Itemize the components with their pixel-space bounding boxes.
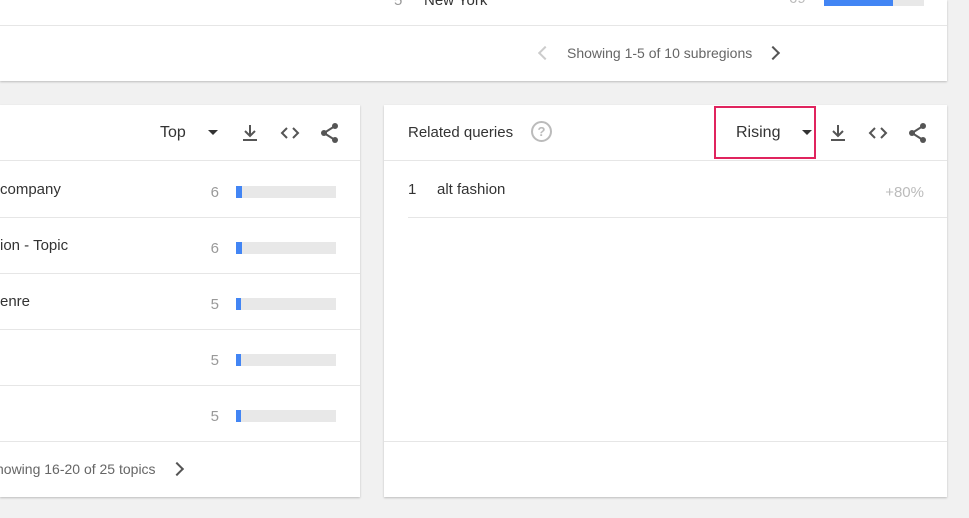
- topic-label: enre: [0, 293, 31, 310]
- related-queries-header: Related queries ? Rising: [384, 105, 947, 161]
- topics-pager-text: howing 16-20 of 25 topics: [0, 461, 156, 477]
- partial-row-bar-fill: [824, 0, 893, 6]
- topic-value: 6: [210, 240, 219, 257]
- topic-value: 5: [210, 296, 219, 313]
- dropdown-caret-icon: [207, 130, 218, 135]
- related-queries-title: Related queries: [408, 124, 514, 141]
- topic-value: 5: [210, 352, 219, 369]
- download-icon[interactable]: [827, 122, 849, 144]
- help-icon[interactable]: ?: [531, 121, 552, 142]
- topic-bar: [236, 298, 336, 310]
- topic-value: 5: [210, 408, 219, 425]
- topics-pager: howing 16-20 of 25 topics: [0, 461, 184, 477]
- list-item[interactable]: ion - Topic 6: [0, 217, 360, 274]
- topic-value: 6: [210, 184, 219, 201]
- list-item[interactable]: 5: [0, 385, 360, 442]
- related-topics-select-value: Top: [160, 123, 186, 141]
- topic-bar-fill: [236, 298, 241, 310]
- partial-row-value: 69: [789, 0, 806, 7]
- list-item[interactable]: 1 alt fashion +80%: [408, 161, 947, 218]
- related-topics-header: Top: [0, 105, 360, 161]
- topic-bar-fill: [236, 354, 241, 366]
- topic-label: ion - Topic: [0, 237, 69, 254]
- partial-row-bar: [824, 0, 924, 6]
- selection-highlight: [714, 106, 816, 159]
- list-item[interactable]: enre 5: [0, 273, 360, 330]
- divider: [0, 25, 947, 26]
- topic-label: company: [0, 181, 61, 198]
- partial-row-rank: 5: [394, 0, 403, 9]
- query-term[interactable]: alt fashion: [437, 181, 505, 198]
- related-queries-card: Related queries ? Rising 1 alt fashion +…: [384, 105, 947, 497]
- topic-bar: [236, 186, 336, 198]
- topic-bar: [236, 354, 336, 366]
- download-icon[interactable]: [239, 122, 261, 144]
- topic-bar: [236, 410, 336, 422]
- topic-bar-fill: [236, 410, 241, 422]
- embed-code-icon[interactable]: [279, 122, 301, 144]
- subregion-pager: Showing 1-5 of 10 subregions: [537, 45, 781, 61]
- chevron-right-icon[interactable]: [766, 45, 781, 61]
- list-item[interactable]: 5: [0, 329, 360, 386]
- topic-bar-fill: [236, 186, 242, 198]
- share-icon[interactable]: [907, 122, 929, 144]
- subregion-pager-text: Showing 1-5 of 10 subregions: [567, 45, 753, 61]
- list-item[interactable]: company 6: [0, 161, 360, 218]
- query-value: +80%: [885, 184, 924, 201]
- related-topics-select[interactable]: Top: [160, 105, 218, 160]
- partial-row-region[interactable]: New York: [424, 0, 487, 9]
- share-icon[interactable]: [319, 122, 341, 144]
- chevron-left-icon[interactable]: [537, 45, 553, 61]
- query-rank: 1: [408, 181, 417, 198]
- divider: [384, 441, 947, 442]
- embed-code-icon[interactable]: [867, 122, 889, 144]
- subregion-card: 5 New York 69 Showing 1-5 of 10 subregio…: [0, 0, 947, 81]
- topic-bar: [236, 242, 336, 254]
- chevron-right-icon[interactable]: [169, 461, 184, 477]
- related-topics-card: Top company 6 ion - Topic 6 enre 5 5 5 h…: [0, 105, 360, 497]
- topic-bar-fill: [236, 242, 242, 254]
